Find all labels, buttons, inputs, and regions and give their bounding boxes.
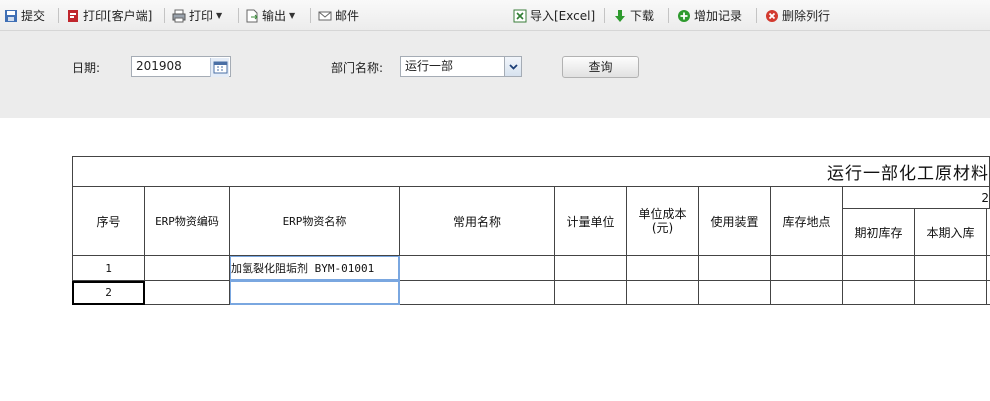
header-device: 使用装置 xyxy=(699,187,771,256)
printer-icon xyxy=(172,9,186,22)
print-button[interactable]: 打印 ▼ xyxy=(172,7,222,24)
plus-circle-icon xyxy=(678,9,690,22)
delete-circle-icon xyxy=(766,9,778,22)
print-client-button[interactable]: 打印[客户端] xyxy=(66,7,152,24)
row1-location[interactable] xyxy=(771,256,843,281)
submit-button[interactable]: 提交 xyxy=(4,7,45,24)
row1-seq[interactable]: 1 xyxy=(72,256,145,281)
mail-icon xyxy=(318,11,332,20)
chevron-down-icon: ▼ xyxy=(289,11,296,20)
row2-seq[interactable]: 2 xyxy=(72,281,145,305)
header-location: 库存地点 xyxy=(771,187,843,256)
submit-label: 提交 xyxy=(21,9,46,23)
row2-location[interactable] xyxy=(771,281,843,305)
mail-label: 邮件 xyxy=(335,9,360,23)
row1-opening-stock[interactable] xyxy=(843,256,915,281)
download-arrow-icon xyxy=(615,9,625,22)
calendar-icon[interactable] xyxy=(210,58,229,77)
save-icon xyxy=(5,9,17,22)
download-label: 下载 xyxy=(630,9,655,23)
export-doc-icon xyxy=(246,9,258,22)
header-erp-name: ERP物资名称 xyxy=(230,187,400,256)
report-sheet: 运行一部化工原材料 序号 ERP物资编码 ERP物资名称 常用名称 计量单位 单… xyxy=(72,156,990,306)
header-period-in: 本期入库 xyxy=(915,209,987,256)
row1-unit[interactable] xyxy=(555,256,627,281)
toolbar: 提交 打印[客户端] 打印 ▼ 输出 ▼ 邮件 导入[Excel] 下载 增加记… xyxy=(0,0,990,31)
header-unit: 计量单位 xyxy=(555,187,627,256)
print-label: 打印 xyxy=(189,9,214,23)
header-opening-stock: 期初库存 xyxy=(843,209,915,256)
row2-erp-name[interactable] xyxy=(230,281,400,305)
delete-row-button[interactable]: 删除列行 xyxy=(765,7,830,24)
row2-period-in[interactable] xyxy=(915,281,987,305)
export-label: 输出 xyxy=(262,9,287,23)
row2-opening-stock[interactable] xyxy=(843,281,915,305)
header-seq: 序号 xyxy=(72,187,145,256)
dept-value: 运行一部 xyxy=(405,59,454,73)
toolbar-separator xyxy=(164,8,165,23)
toolbar-separator xyxy=(604,8,605,23)
toolbar-separator xyxy=(756,8,757,23)
row1-common-name[interactable] xyxy=(400,256,555,281)
row2-common-name[interactable] xyxy=(400,281,555,305)
add-record-button[interactable]: 增加记录 xyxy=(677,7,742,24)
chevron-down-icon[interactable] xyxy=(504,57,521,76)
date-value: 201908 xyxy=(136,59,182,73)
chevron-down-icon: ▼ xyxy=(216,11,223,20)
add-record-label: 增加记录 xyxy=(694,9,743,23)
header-erp-code: ERP物资编码 xyxy=(145,187,230,256)
download-button[interactable]: 下载 xyxy=(613,7,654,24)
pdf-print-icon xyxy=(68,9,78,22)
toolbar-separator xyxy=(668,8,669,23)
mail-button[interactable]: 邮件 xyxy=(318,7,359,24)
toolbar-separator xyxy=(310,8,311,23)
import-excel-button[interactable]: 导入[Excel] xyxy=(513,7,595,24)
row1-erp-code[interactable] xyxy=(145,256,230,281)
export-button[interactable]: 输出 ▼ xyxy=(245,7,295,24)
date-label: 日期: xyxy=(72,61,101,75)
dept-select[interactable]: 运行一部 xyxy=(400,56,522,77)
header-unit-cost: 单位成本(元) xyxy=(627,187,699,256)
row1-unit-cost[interactable] xyxy=(627,256,699,281)
row1-period-in[interactable] xyxy=(915,256,987,281)
panel-collapse-tab[interactable] xyxy=(902,141,990,149)
row2-device[interactable] xyxy=(699,281,771,305)
header-common-name: 常用名称 xyxy=(400,187,555,256)
row1-device[interactable] xyxy=(699,256,771,281)
row2-unit-cost[interactable] xyxy=(627,281,699,305)
row2-unit[interactable] xyxy=(555,281,627,305)
row2-erp-code[interactable] xyxy=(145,281,230,305)
excel-icon xyxy=(513,9,527,22)
filter-panel: 日期: 201908 部门名称: 运行一部 查询 xyxy=(0,31,990,149)
delete-row-label: 删除列行 xyxy=(782,9,831,23)
print-client-label: 打印[客户端] xyxy=(83,9,153,23)
row1-erp-name[interactable]: 加氢裂化阻垢剂 BYM-01001 xyxy=(230,256,400,281)
header-group: 2 xyxy=(843,187,990,209)
import-excel-label: 导入[Excel] xyxy=(530,9,596,23)
toolbar-separator xyxy=(58,8,59,23)
toolbar-separator xyxy=(238,8,239,23)
report-title: 运行一部化工原材料 xyxy=(72,156,990,187)
query-button[interactable]: 查询 xyxy=(562,56,639,78)
date-field[interactable]: 201908 xyxy=(131,56,231,77)
dept-label: 部门名称: xyxy=(331,61,384,75)
